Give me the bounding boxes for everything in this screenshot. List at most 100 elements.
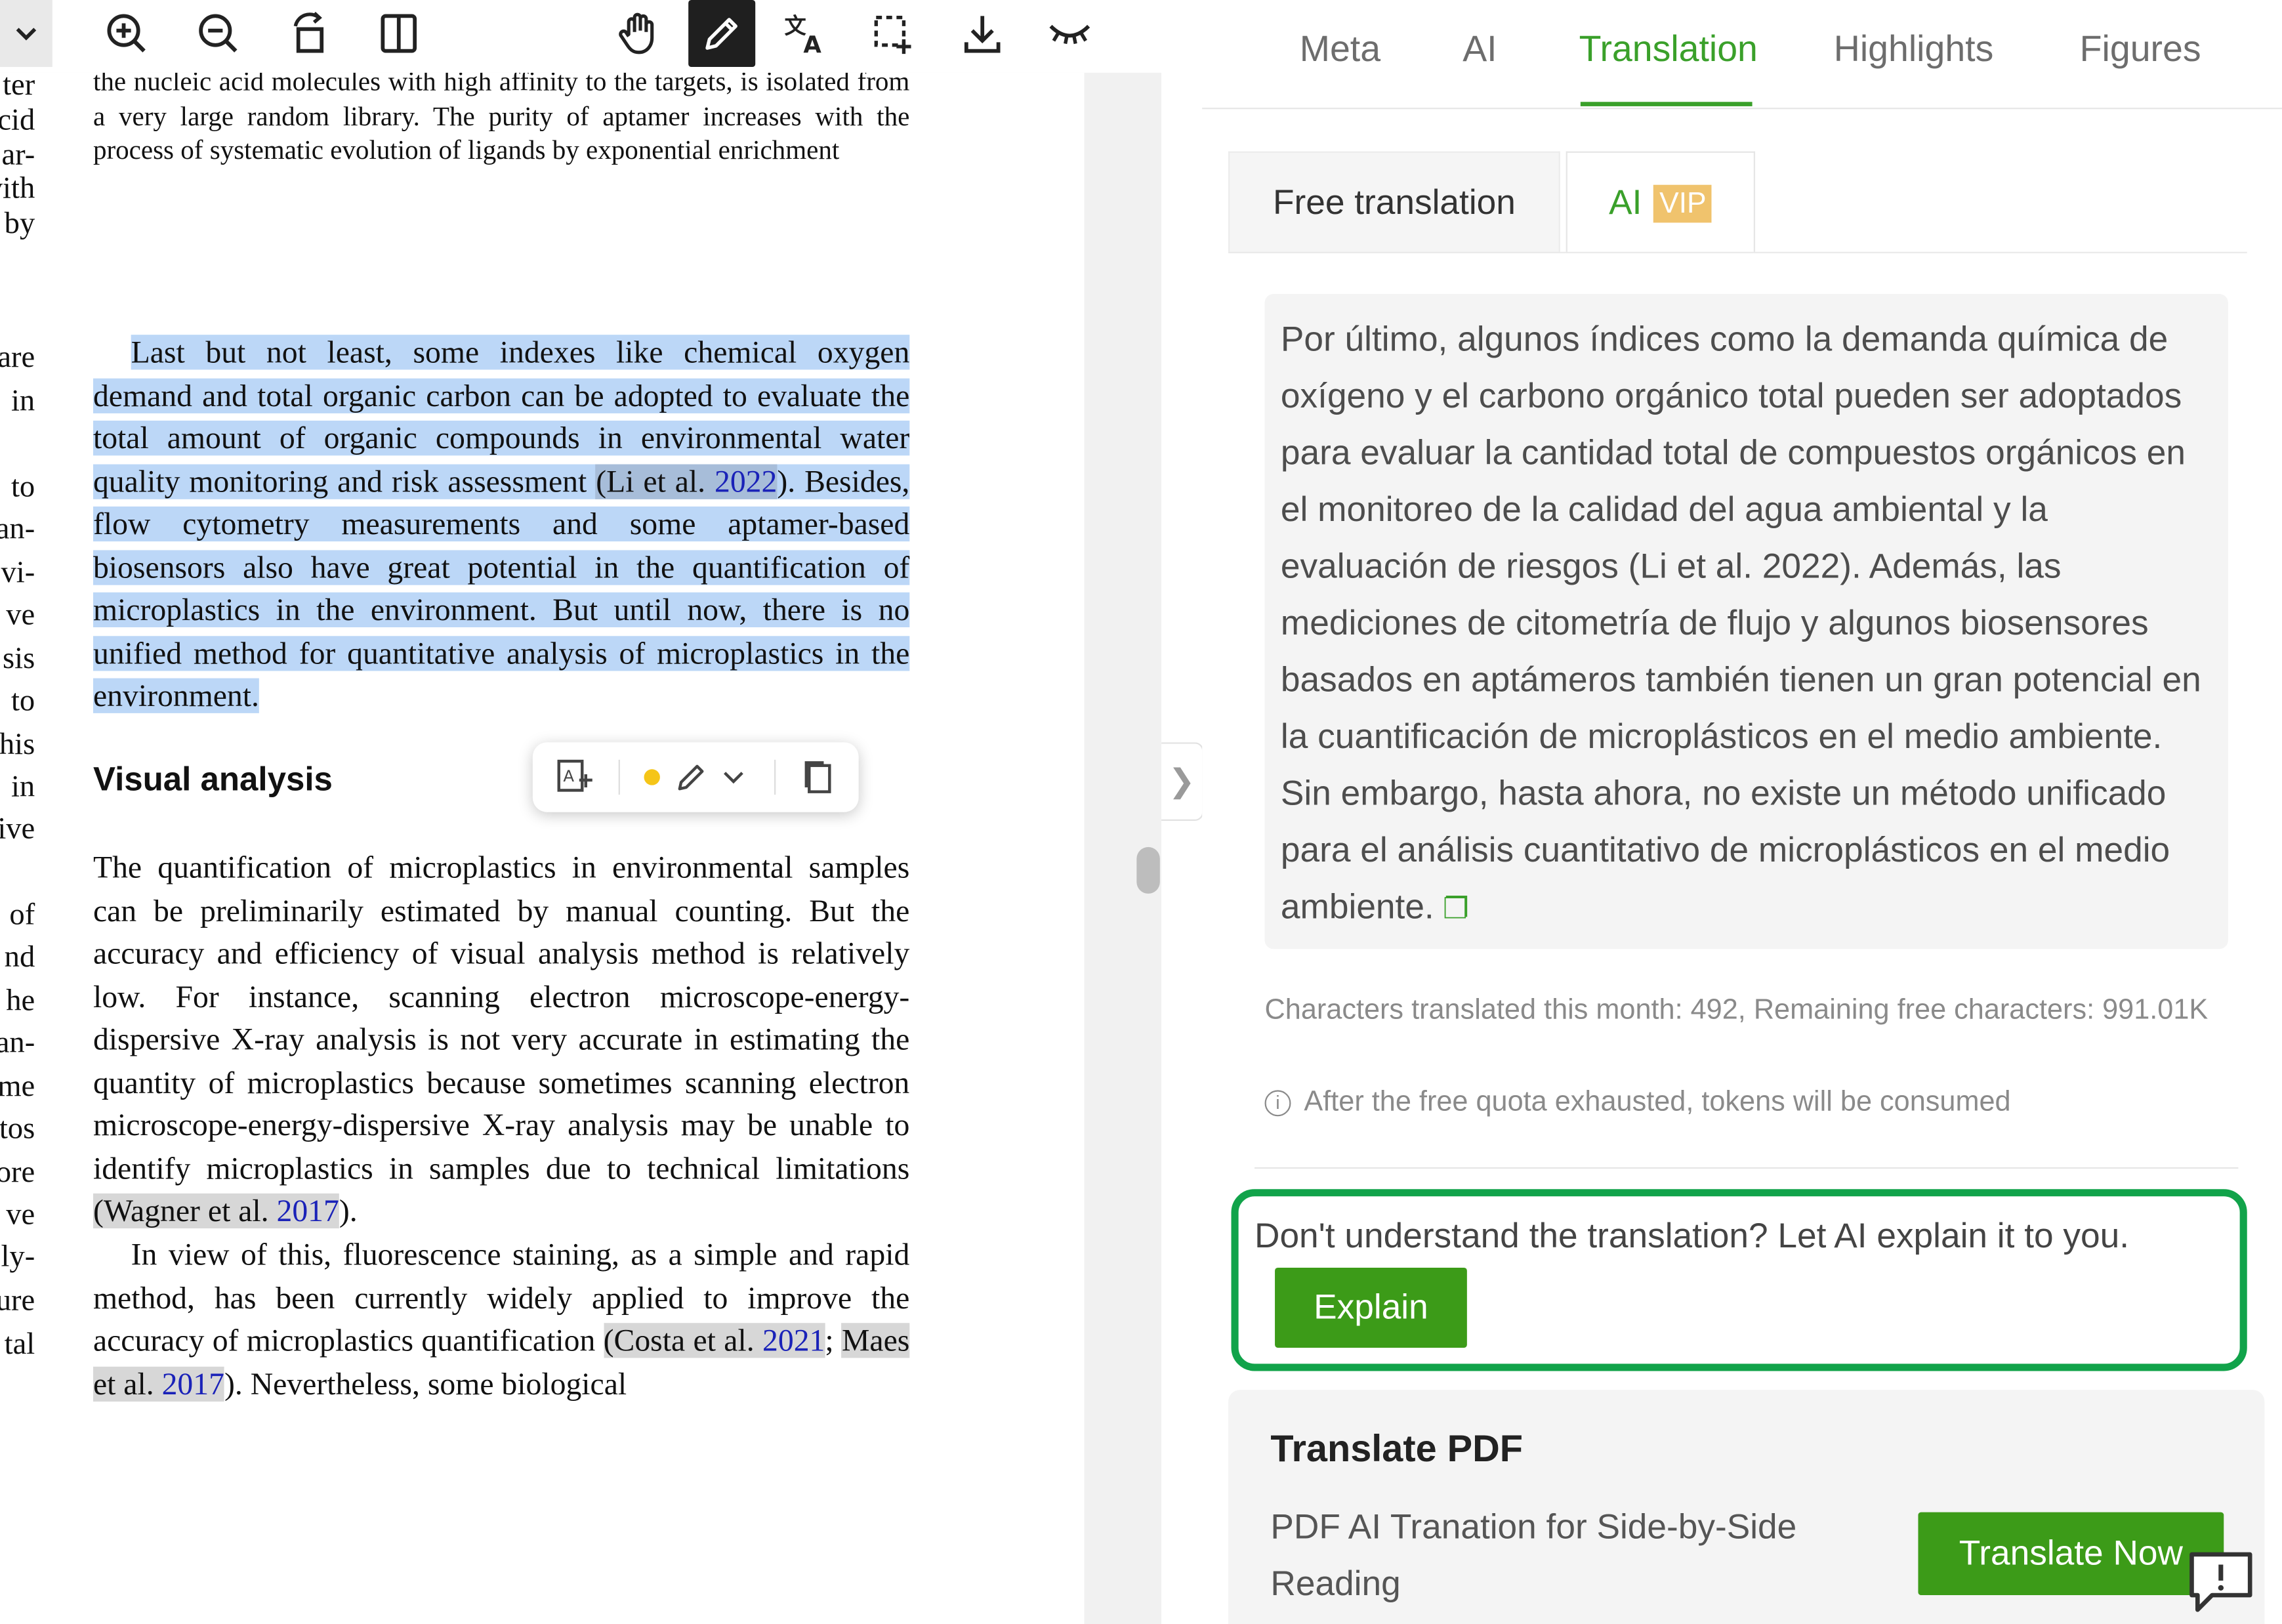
active-tab-indicator xyxy=(1580,102,1753,106)
hide-icon xyxy=(1049,24,1090,45)
column-fragment: to xyxy=(10,468,35,504)
download-button[interactable] xyxy=(949,0,1016,67)
column-fragment: ter xyxy=(3,72,35,102)
pen-options-button[interactable] xyxy=(719,757,748,797)
column-fragment: ure xyxy=(0,1282,35,1318)
vip-badge: VIP xyxy=(1653,184,1712,222)
column-fragment: cid xyxy=(0,102,35,137)
pencil-icon xyxy=(705,18,737,50)
section-heading: Visual analysis xyxy=(93,759,333,798)
column-fragment: by xyxy=(4,205,35,240)
column-fragment: in xyxy=(10,768,35,804)
hand-tool-icon xyxy=(619,12,654,54)
selection-toolbar: A xyxy=(532,742,859,812)
column-fragment: me xyxy=(0,1068,35,1104)
column-fragment: in xyxy=(10,383,35,418)
citation-wagner-2017[interactable]: (Wagner et al. 2017 xyxy=(93,1193,339,1229)
column-fragment: he xyxy=(6,982,35,1018)
column-fragment: nd xyxy=(4,938,35,974)
column-fragment: an- xyxy=(0,510,35,546)
split-view-button[interactable] xyxy=(365,0,432,67)
chevron-right-icon: ❯ xyxy=(1168,762,1195,799)
selection-highlight: Last but not least, some indexes like ch… xyxy=(93,335,910,713)
viewer-toolbar: 文A xyxy=(0,0,1162,75)
tab-translation[interactable]: Translation xyxy=(1579,29,1758,71)
zoom-in-button[interactable] xyxy=(93,0,160,67)
download-icon xyxy=(964,16,1001,53)
app-window: 文A tercidar-vithby are in to an-vi-ve sis to hi… xyxy=(0,0,2282,1624)
column-fragment: ve xyxy=(6,1196,35,1232)
tab-figures[interactable]: Figures xyxy=(2080,29,2201,71)
column-fragment: ore xyxy=(0,1154,35,1190)
feedback-icon[interactable] xyxy=(2186,1549,2256,1615)
view-dropdown[interactable] xyxy=(0,0,52,68)
translate-icon: 文A xyxy=(785,13,822,57)
citation-costa-2021[interactable]: (Costa et al. 2021 xyxy=(604,1323,825,1358)
copy-translation-icon[interactable]: ❐ xyxy=(1443,894,1469,926)
svg-text:A: A xyxy=(563,766,574,785)
zoom-in-icon xyxy=(107,14,146,52)
viewer-scrollbar-thumb[interactable] xyxy=(1136,846,1160,894)
translate-now-button[interactable]: Translate Now xyxy=(1918,1512,2224,1596)
tab-free-translation[interactable]: Free translation xyxy=(1228,151,1560,253)
column-fragment: ly- xyxy=(1,1238,35,1274)
explain-button[interactable]: Explain xyxy=(1275,1267,1467,1348)
translation-output: Por último, algunos índices como la dema… xyxy=(1264,294,2228,949)
copy-selection-button[interactable] xyxy=(798,757,839,797)
pdf-page: tercidar-vithby are in to an-vi-ve sis to his in… xyxy=(0,72,1085,1624)
quota-notice-text: After the free quota exhausted, tokens w… xyxy=(1304,1085,2011,1118)
column-fragment: tos xyxy=(0,1110,35,1146)
rotate-icon xyxy=(293,11,324,53)
tab-ai[interactable]: AI xyxy=(1463,29,1497,71)
side-panel: Meta AI Translation Highlights Figures F… xyxy=(1202,0,2282,1624)
citation-li-2022[interactable]: (Li et al. 2022 xyxy=(596,463,778,499)
tab-highlights[interactable]: Highlights xyxy=(1834,29,1994,71)
translation-text: Por último, algunos índices como la dema… xyxy=(1280,320,2201,927)
zoom-out-icon xyxy=(199,14,238,52)
column-fragment: ar- xyxy=(1,136,35,172)
selected-paragraph: Last but not least, some indexes like ch… xyxy=(93,332,910,718)
toolbar-divider xyxy=(618,759,620,795)
column-fragment: ve xyxy=(6,596,35,632)
annotate-pencil-button[interactable] xyxy=(688,0,756,68)
svg-text:A: A xyxy=(803,31,821,57)
column-fragment: vith xyxy=(0,170,35,205)
column-fragment: an- xyxy=(0,1024,35,1060)
column-fragment: vi- xyxy=(1,554,35,590)
hand-tool-button[interactable] xyxy=(606,0,673,67)
column-fragment: are xyxy=(0,339,35,375)
color-dot-icon xyxy=(644,769,660,785)
chevron-down-icon xyxy=(16,28,37,41)
toolbar-divider xyxy=(774,759,776,795)
column-fragment: of xyxy=(9,896,35,932)
explain-prompt: Don't understand the translation? Let AI… xyxy=(1255,1217,2130,1257)
top-paragraph: the nucleic acid molecules with high aff… xyxy=(93,72,910,166)
highlight-color-button[interactable] xyxy=(640,757,663,797)
pdf-viewer: 文A tercidar-vithby are in to an-vi-ve sis to hi… xyxy=(0,0,1162,1624)
ai-tab-label: AI xyxy=(1609,182,1642,222)
collapse-panel-toggle[interactable]: ❯ xyxy=(1161,742,1204,822)
copy-icon xyxy=(804,761,831,793)
translate-tool-button[interactable]: 文A xyxy=(772,0,839,67)
zoom-out-button[interactable] xyxy=(185,0,252,67)
hide-button[interactable] xyxy=(1036,0,1103,67)
area-select-button[interactable] xyxy=(859,0,926,67)
pen-button[interactable] xyxy=(673,757,711,797)
column-fragment: sis xyxy=(3,640,35,676)
chevron-down-icon xyxy=(724,772,743,784)
translate-selection-button[interactable]: A xyxy=(553,757,597,797)
column-fragment: ive xyxy=(0,810,35,846)
translate-pdf-description: PDF AI Tranation for Side-by-Side Readin… xyxy=(1270,1507,1797,1604)
translation-mode-tabs: Free translation AI VIP xyxy=(1228,151,2247,253)
pencil-icon xyxy=(678,764,704,791)
quantification-paragraph: The quantification of microplastics in e… xyxy=(93,850,910,1229)
fluorescence-paragraph: In view of this, fluorescence staining, … xyxy=(93,1237,910,1401)
translate-pdf-title: Translate PDF xyxy=(1270,1426,1524,1470)
translate-icon: A xyxy=(557,759,592,792)
section-divider xyxy=(1255,1167,2239,1169)
tab-meta[interactable]: Meta xyxy=(1300,29,1380,71)
quota-status: Characters translated this month: 492, R… xyxy=(1264,993,2209,1026)
tab-ai-translation[interactable]: AI VIP xyxy=(1566,151,1756,253)
info-icon: i xyxy=(1264,1089,1291,1116)
rotate-button[interactable] xyxy=(276,0,343,67)
